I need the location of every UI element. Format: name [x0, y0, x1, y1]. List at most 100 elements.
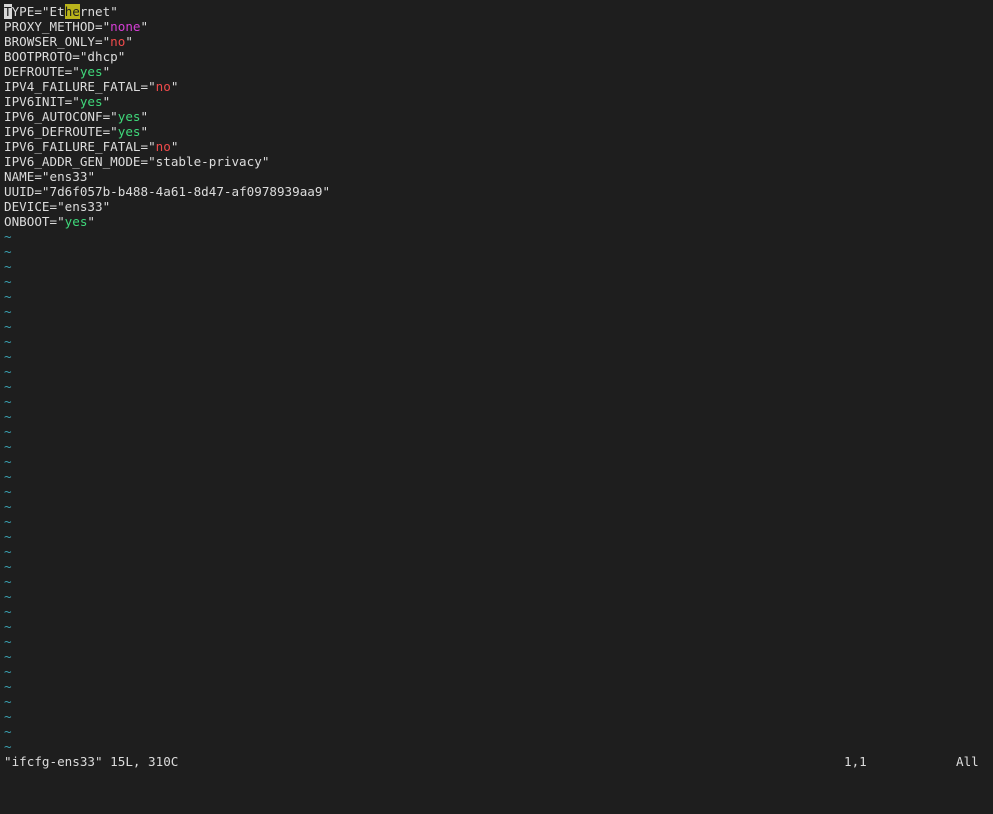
close-quote: ": [261, 154, 270, 169]
config-line-15[interactable]: ONBOOT="yes": [4, 214, 989, 229]
config-key: DEVICE: [4, 199, 50, 214]
config-value: no: [155, 79, 171, 94]
editor-buffer[interactable]: TYPE="Ethernet" PROXY_METHOD="none" BROWS…: [4, 4, 989, 754]
config-line-6[interactable]: IPV4_FAILURE_FATAL="no": [4, 79, 989, 94]
equals-quote: =": [34, 4, 50, 19]
empty-line-tilde: ~: [4, 229, 12, 244]
file-info: "ifcfg-ens33" 15L, 310C: [4, 754, 179, 769]
equals-quote: =": [49, 199, 65, 214]
config-key: IPV6_DEFROUTE: [4, 124, 103, 139]
empty-line-tilde: ~: [4, 649, 12, 664]
config-line-2[interactable]: PROXY_METHOD="none": [4, 19, 989, 34]
empty-line-tilde: ~: [4, 394, 12, 409]
empty-line-tilde: ~: [4, 274, 12, 289]
text-cursor: T: [4, 4, 12, 19]
config-value: stable-privacy: [155, 154, 262, 169]
empty-line-tilde: ~: [4, 529, 12, 544]
config-key: IPV6_ADDR_GEN_MODE: [4, 154, 141, 169]
close-quote: ": [87, 169, 96, 184]
config-key: IPV6_FAILURE_FATAL: [4, 139, 141, 154]
empty-line-tilde: ~: [4, 604, 12, 619]
empty-line-markers: ~ ~ ~ ~ ~ ~ ~ ~ ~ ~ ~ ~ ~ ~ ~ ~ ~ ~ ~ ~ ~ ~ ~ ~ ~ ~ ~ ~ ~ ~ ~ ~ ~ ~ ~: [4, 229, 989, 754]
config-value: no: [155, 139, 171, 154]
empty-line-tilde: ~: [4, 349, 12, 364]
close-quote: ": [102, 64, 111, 79]
config-value: yes: [117, 109, 141, 124]
config-key: DEFROUTE: [4, 64, 65, 79]
config-line-7[interactable]: IPV6INIT="yes": [4, 94, 989, 109]
config-lines: PROXY_METHOD="none" BROWSER_ONLY="no" BOOT…: [4, 19, 989, 229]
empty-line-tilde: ~: [4, 409, 12, 424]
empty-line-tilde: ~: [4, 259, 12, 274]
close-quote: ": [170, 139, 179, 154]
empty-line-tilde: ~: [4, 559, 12, 574]
close-quote: ": [110, 4, 118, 19]
config-value-part: Et: [49, 4, 65, 19]
equals-quote: =": [95, 19, 111, 34]
config-key: PROXY_METHOD: [4, 19, 95, 34]
config-value: dhcp: [87, 49, 118, 64]
close-quote: ": [140, 19, 149, 34]
config-key: IPV6_AUTOCONF: [4, 109, 103, 124]
close-quote: ": [322, 184, 331, 199]
equals-quote: =": [34, 184, 50, 199]
close-quote: ": [102, 94, 111, 109]
config-line-10[interactable]: IPV6_FAILURE_FATAL="no": [4, 139, 989, 154]
config-line-12[interactable]: NAME="ens33": [4, 169, 989, 184]
config-line-13[interactable]: UUID="7d6f057b-b488-4a61-8d47-af0978939a…: [4, 184, 989, 199]
config-value: ens33: [49, 169, 88, 184]
status-bar: "ifcfg-ens33" 15L, 310C 1,1 All: [4, 754, 989, 769]
empty-line-tilde: ~: [4, 439, 12, 454]
equals-quote: =": [64, 94, 80, 109]
equals-quote: =": [140, 154, 156, 169]
empty-line-tilde: ~: [4, 514, 12, 529]
close-quote: ": [87, 214, 96, 229]
equals-quote: =": [102, 109, 118, 124]
config-key: UUID: [4, 184, 35, 199]
config-line-1[interactable]: TYPE="Ethernet": [4, 4, 989, 19]
config-value: yes: [117, 124, 141, 139]
close-quote: ": [102, 199, 111, 214]
config-key: BROWSER_ONLY: [4, 34, 95, 49]
config-line-4[interactable]: BOOTPROTO="dhcp": [4, 49, 989, 64]
empty-line-tilde: ~: [4, 694, 12, 709]
config-value: 7d6f057b-b488-4a61-8d47-af0978939aa9: [49, 184, 323, 199]
empty-line-tilde: ~: [4, 544, 12, 559]
empty-line-tilde: ~: [4, 319, 12, 334]
config-line-14[interactable]: DEVICE="ens33": [4, 199, 989, 214]
scroll-position: All: [956, 754, 979, 769]
empty-line-tilde: ~: [4, 619, 12, 634]
equals-quote: =": [140, 139, 156, 154]
empty-line-tilde: ~: [4, 589, 12, 604]
config-key: NAME: [4, 169, 35, 184]
close-quote: ": [170, 79, 179, 94]
empty-line-tilde: ~: [4, 634, 12, 649]
equals-quote: =": [34, 169, 50, 184]
empty-line-tilde: ~: [4, 424, 12, 439]
config-key: YPE: [11, 4, 35, 19]
empty-line-tilde: ~: [4, 739, 12, 754]
config-value: yes: [79, 94, 103, 109]
config-value-part: rnet: [79, 4, 111, 19]
config-line-11[interactable]: IPV6_ADDR_GEN_MODE="stable-privacy": [4, 154, 989, 169]
empty-line-tilde: ~: [4, 244, 12, 259]
empty-line-tilde: ~: [4, 379, 12, 394]
empty-line-tilde: ~: [4, 724, 12, 739]
equals-quote: =": [64, 64, 80, 79]
config-key: BOOTPROTO: [4, 49, 73, 64]
empty-line-tilde: ~: [4, 574, 12, 589]
close-quote: ": [140, 109, 149, 124]
close-quote: ": [125, 34, 133, 49]
empty-line-tilde: ~: [4, 289, 12, 304]
empty-line-tilde: ~: [4, 484, 12, 499]
equals-quote: =": [95, 34, 111, 49]
config-line-3[interactable]: BROWSER_ONLY="no": [4, 34, 989, 49]
config-line-9[interactable]: IPV6_DEFROUTE="yes": [4, 124, 989, 139]
config-line-8[interactable]: IPV6_AUTOCONF="yes": [4, 109, 989, 124]
equals-quote: =": [72, 49, 88, 64]
cursor-position: 1,1: [844, 754, 867, 769]
config-key: IPV4_FAILURE_FATAL: [4, 79, 141, 94]
search-highlight: he: [64, 4, 80, 19]
config-line-5[interactable]: DEFROUTE="yes": [4, 64, 989, 79]
equals-quote: =": [49, 214, 65, 229]
